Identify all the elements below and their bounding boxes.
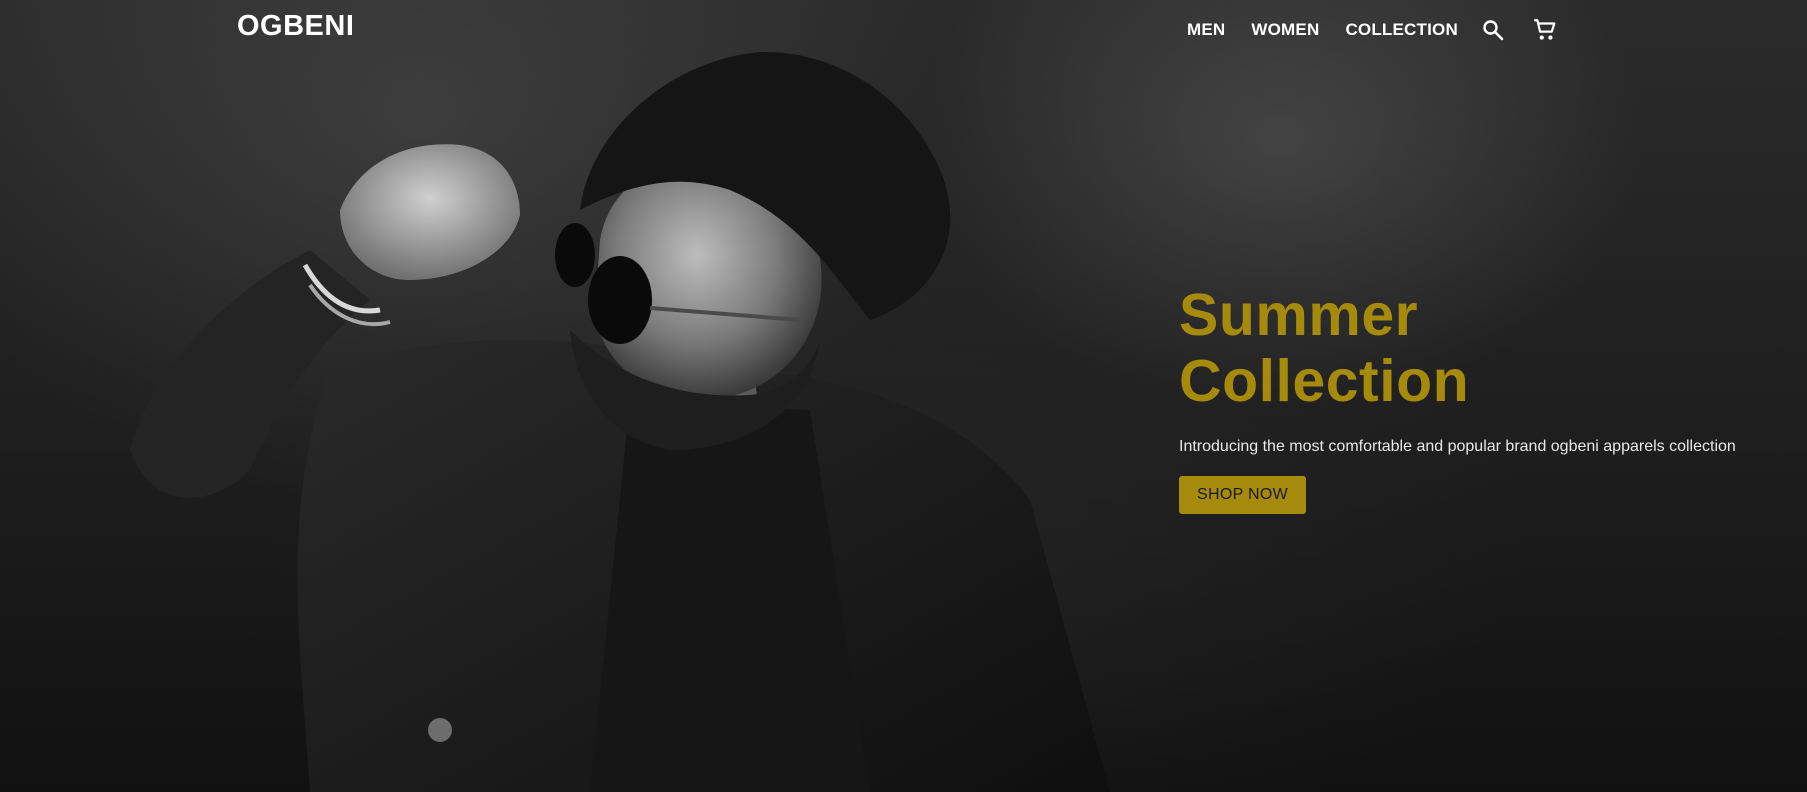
shop-now-button[interactable]: SHOP NOW (1179, 476, 1307, 514)
hero-subtitle: Introducing the most comfortable and pop… (1179, 438, 1736, 455)
search-icon[interactable] (1480, 17, 1506, 43)
brand-logo[interactable]: OGBENI (237, 10, 354, 43)
hero-content: Summer Collection Introducing the most c… (1179, 282, 1759, 514)
nav-link-men[interactable]: MEN (1187, 20, 1225, 40)
nav-link-women[interactable]: WOMEN (1251, 20, 1319, 40)
nav-links: MEN WOMEN COLLECTION (1187, 17, 1584, 43)
hero-title-line1: Summer (1179, 282, 1419, 348)
nav-link-collection[interactable]: COLLECTION (1345, 20, 1458, 40)
page: OGBENI MEN WOMEN COLLECTION Summer Colle… (0, 0, 1807, 792)
hero-image (130, 51, 1110, 792)
hero-title: Summer Collection (1179, 282, 1759, 414)
top-nav: OGBENI MEN WOMEN COLLECTION (0, 0, 1807, 54)
cart-icon[interactable] (1532, 17, 1558, 43)
hero-title-line2: Collection (1179, 348, 1470, 414)
